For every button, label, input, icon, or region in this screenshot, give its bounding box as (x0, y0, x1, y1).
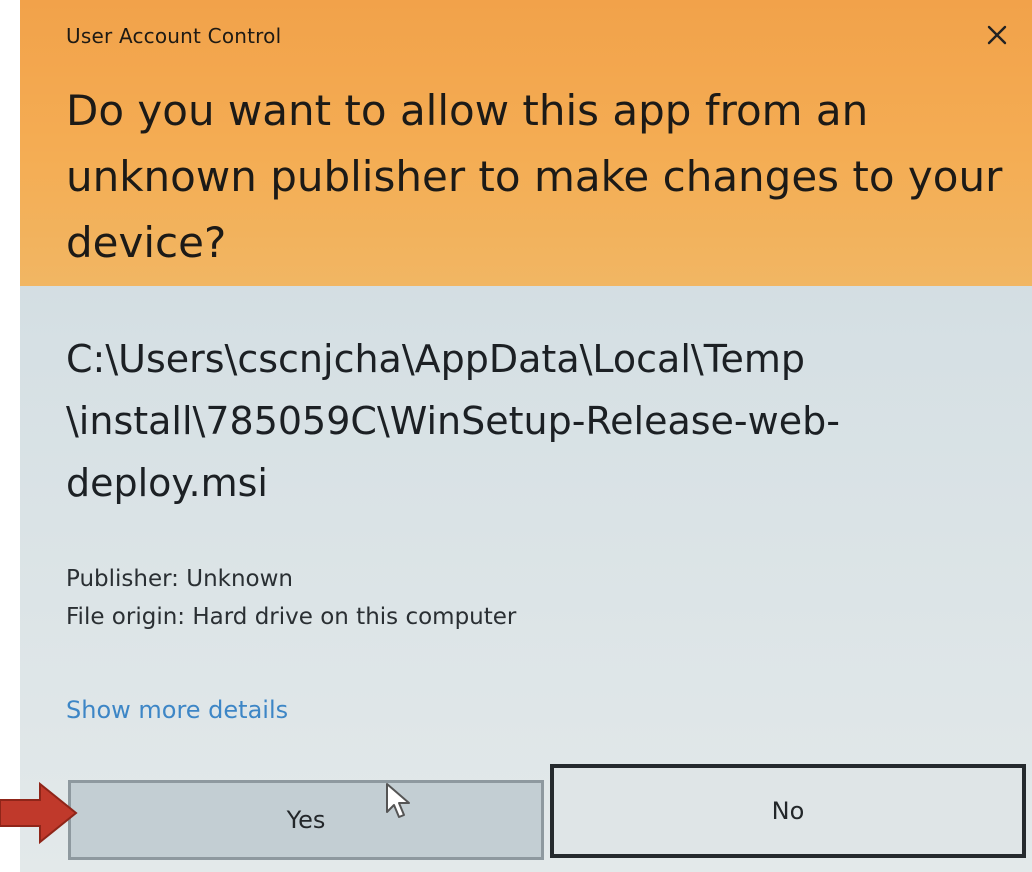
dialog-header: User Account Control Do you want to allo… (20, 0, 1032, 286)
close-button[interactable] (980, 18, 1014, 52)
no-button[interactable]: No (550, 764, 1026, 858)
close-icon (987, 25, 1007, 45)
program-path: C:\Users\cscnjcha\AppData\Local\Temp \in… (66, 337, 840, 505)
uac-question: Do you want to allow this app from an un… (66, 86, 1003, 267)
mouse-pointer-icon (386, 783, 410, 818)
yes-button-label: Yes (286, 806, 326, 834)
file-origin-text: File origin: Hard drive on this computer (66, 604, 517, 630)
publisher-text: Publisher: Unknown (66, 566, 294, 592)
program-meta: Publisher: Unknown File origin: Hard dri… (66, 560, 516, 636)
red-arrow-icon (0, 781, 78, 845)
show-more-details-link[interactable]: Show more details (66, 696, 288, 724)
no-button-label: No (771, 797, 805, 825)
yes-button[interactable]: Yes (68, 780, 544, 860)
uac-dialog: User Account Control Do you want to allo… (20, 0, 1032, 872)
dialog-title: User Account Control (66, 24, 282, 48)
